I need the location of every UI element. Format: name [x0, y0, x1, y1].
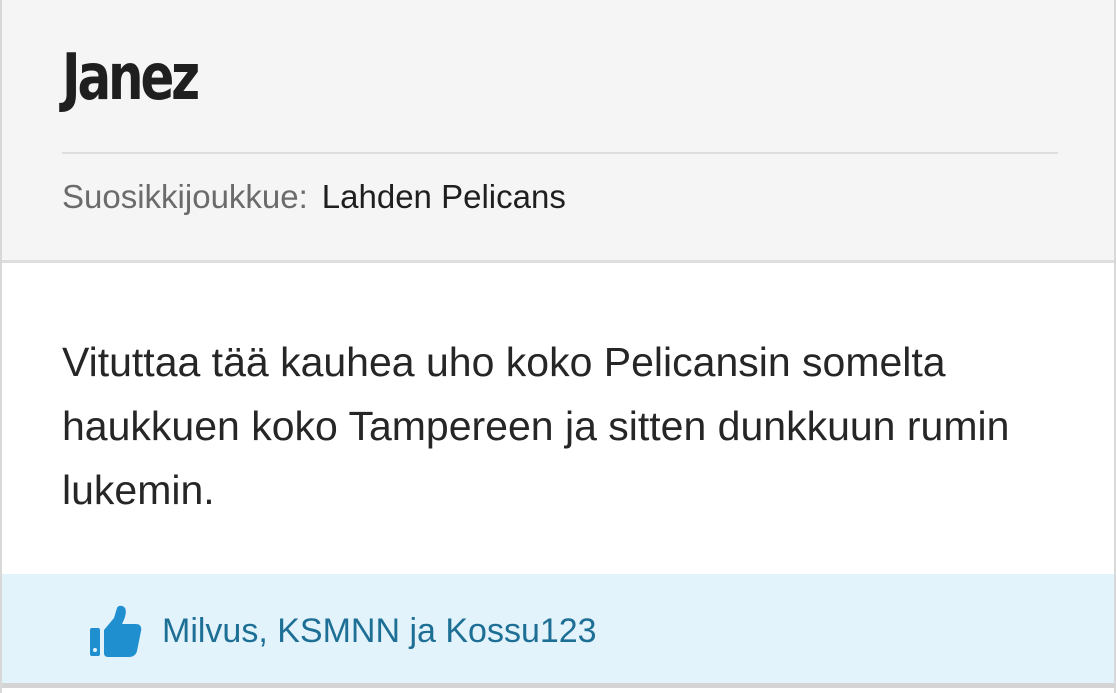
card-bottom-border — [2, 683, 1114, 688]
header-divider — [62, 152, 1058, 154]
comment-card: Janez Suosikkijoukkue: Lahden Pelicans Vi… — [0, 0, 1116, 693]
favorite-team-value: Lahden Pelicans — [321, 178, 566, 215]
likers-list[interactable]: Milvus, KSMNN ja Kossu123 — [162, 610, 597, 652]
comment-header: Janez Suosikkijoukkue: Lahden Pelicans — [2, 0, 1114, 263]
username[interactable]: Janez — [62, 38, 200, 118]
favorite-team-row: Suosikkijoukkue: Lahden Pelicans — [62, 176, 566, 218]
comment-text: Vituttaa tää kauhea uho koko Pelicansin … — [62, 339, 1010, 513]
favorite-team-label: Suosikkijoukkue: — [62, 178, 308, 215]
thumbs-up-icon[interactable] — [90, 604, 142, 658]
likes-bar: Milvus, KSMNN ja Kossu123 — [2, 574, 1114, 688]
